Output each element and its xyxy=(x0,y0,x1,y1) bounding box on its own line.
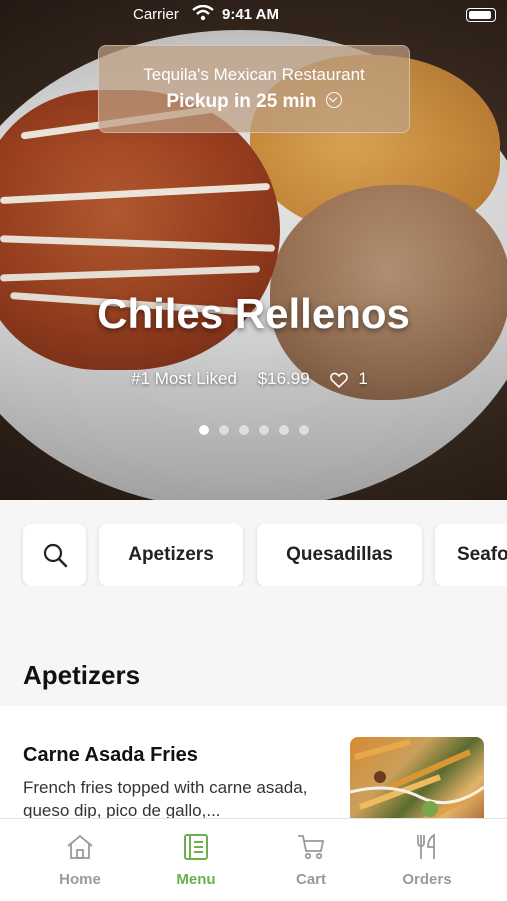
heart-icon xyxy=(330,372,349,388)
category-chip-quesadillas[interactable]: Quesadillas xyxy=(257,524,422,586)
pickup-selector[interactable]: Tequila's Mexican Restaurant Pickup in 2… xyxy=(98,45,410,133)
menu-item-description: French fries topped with carne asada, qu… xyxy=(23,778,308,820)
cart-icon xyxy=(298,835,325,860)
carousel-dot[interactable] xyxy=(298,425,309,435)
tab-menu[interactable]: Menu xyxy=(133,819,259,901)
carousel-dot[interactable] xyxy=(258,425,269,435)
category-bar: Apetizers Quesadillas Seafood xyxy=(0,524,507,586)
menu-book-icon xyxy=(184,834,208,860)
tab-home-label: Home xyxy=(59,871,101,888)
rank-label: #1 Most Liked xyxy=(131,369,237,388)
tab-bar: Home Menu Cart Orders xyxy=(0,818,507,901)
chevron-down-icon xyxy=(325,91,342,108)
battery-icon xyxy=(466,8,496,22)
tab-orders[interactable]: Orders xyxy=(364,819,490,901)
carousel-dots xyxy=(0,422,507,440)
carousel-dot[interactable] xyxy=(218,425,229,435)
restaurant-name: Tequila's Mexican Restaurant xyxy=(143,65,365,84)
featured-dish-title: Chiles Rellenos xyxy=(97,290,410,337)
tab-cart-label: Cart xyxy=(295,871,326,888)
tab-menu-label: Menu xyxy=(176,871,216,888)
carousel-dot[interactable] xyxy=(278,425,289,435)
search-button[interactable] xyxy=(23,524,86,586)
tab-orders-label: Orders xyxy=(402,871,452,888)
menu-item-card[interactable]: Carne Asada Fries French fries topped wi… xyxy=(0,706,507,836)
likes-count: 1 xyxy=(358,369,368,388)
tab-home[interactable]: Home xyxy=(17,819,143,901)
home-icon xyxy=(67,834,93,859)
tab-cart[interactable]: Cart xyxy=(248,819,374,901)
category-chip-apetizers[interactable]: Apetizers xyxy=(99,524,243,586)
pickup-time: Pickup in 25 min xyxy=(166,91,317,112)
menu-item-name: Carne Asada Fries xyxy=(23,744,198,766)
wifi-icon xyxy=(192,4,214,25)
category-chip-seafood[interactable]: Seafood xyxy=(435,524,507,586)
carousel-dot[interactable] xyxy=(198,425,209,435)
status-time: 9:41 AM xyxy=(222,6,279,23)
likes-button[interactable]: 1 xyxy=(330,369,375,388)
fork-knife-icon xyxy=(417,833,435,859)
featured-dish-meta: #1 Most Liked $16.99 1 xyxy=(0,369,507,389)
status-bar: Carrier 9:41 AM xyxy=(0,0,507,28)
carousel-dot[interactable] xyxy=(238,425,249,435)
price-label: $16.99 xyxy=(257,369,310,388)
section-title: Apetizers xyxy=(23,660,141,690)
carrier-label: Carrier xyxy=(133,6,179,23)
search-icon xyxy=(43,543,67,568)
